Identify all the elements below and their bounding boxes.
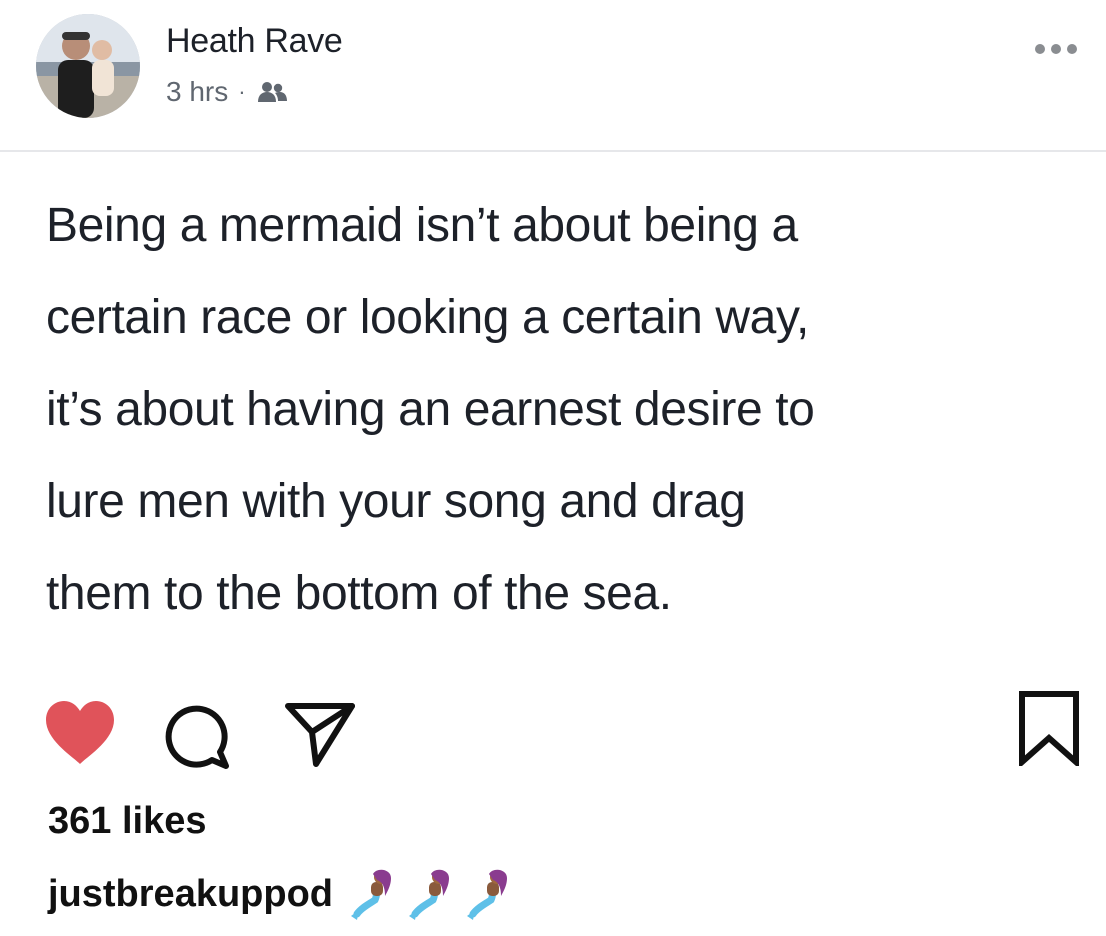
post-screenshot: Heath Rave 3 hrs · Being a mermaid isn’t… <box>0 0 1106 936</box>
avatar[interactable] <box>36 14 140 118</box>
post-text: Being a mermaid isn’t about being a cert… <box>46 199 815 620</box>
mermaid-icon <box>351 869 392 920</box>
save-button[interactable] <box>1016 690 1082 771</box>
more-dot <box>1035 44 1045 54</box>
heart-icon <box>46 701 114 764</box>
mermaid-icon <box>409 869 450 920</box>
more-dot <box>1067 44 1077 54</box>
bookmark-icon <box>1019 691 1079 769</box>
share-button[interactable] <box>282 698 358 775</box>
comment-button[interactable] <box>160 696 236 777</box>
meta-separator: · <box>238 79 246 104</box>
caption-emojis <box>347 868 515 920</box>
post-header: Heath Rave 3 hrs · <box>0 0 1106 152</box>
more-dot <box>1051 44 1061 54</box>
comment-icon <box>165 705 229 769</box>
more-options-button[interactable] <box>1024 34 1088 64</box>
paper-plane-icon <box>285 703 355 767</box>
caption: justbreakuppod <box>48 866 515 922</box>
caption-username[interactable]: justbreakuppod <box>48 873 333 916</box>
action-bar <box>0 690 1106 780</box>
like-button[interactable] <box>42 698 118 771</box>
mermaid-icon <box>467 869 508 920</box>
likes-count[interactable]: 361 likes <box>48 800 206 843</box>
post-timestamp[interactable]: 3 hrs <box>166 76 228 108</box>
friends-icon[interactable] <box>256 80 288 104</box>
post-meta: 3 hrs · <box>166 74 288 110</box>
author-name[interactable]: Heath Rave <box>166 22 343 61</box>
